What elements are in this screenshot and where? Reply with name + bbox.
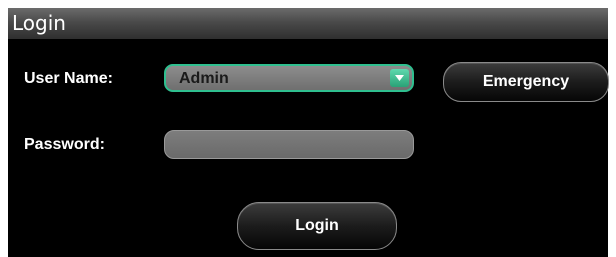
title-bar: Login bbox=[8, 8, 608, 39]
dropdown-arrow-button[interactable] bbox=[390, 69, 409, 87]
password-label: Password: bbox=[24, 136, 105, 153]
login-button[interactable]: Login bbox=[237, 202, 397, 250]
login-dialog: Login User Name: Admin Emergency Passwor… bbox=[8, 8, 609, 257]
username-label: User Name: bbox=[24, 70, 113, 87]
emergency-button[interactable]: Emergency bbox=[443, 62, 609, 102]
dialog-title: Login bbox=[12, 11, 66, 35]
username-value: Admin bbox=[179, 70, 229, 87]
chevron-down-icon bbox=[395, 75, 404, 81]
username-dropdown[interactable]: Admin bbox=[164, 64, 414, 92]
password-field[interactable] bbox=[164, 130, 414, 159]
